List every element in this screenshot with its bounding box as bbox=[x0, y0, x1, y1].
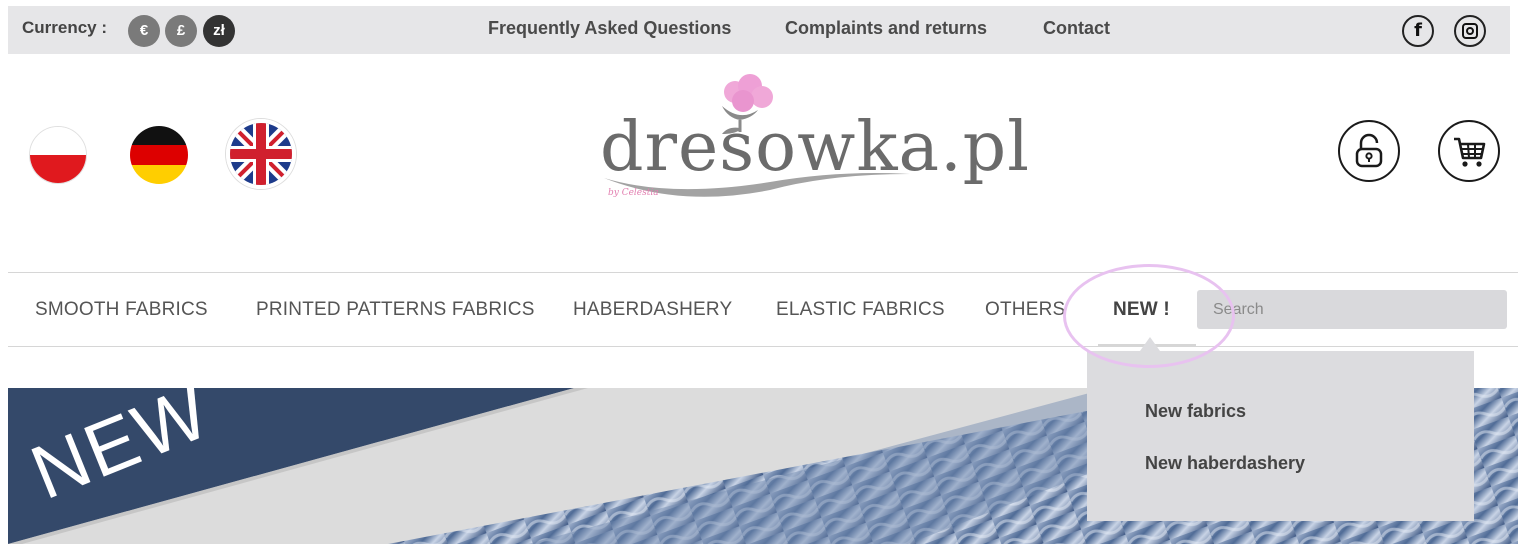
site-logo[interactable]: dresowka.pl by Celestia bbox=[590, 70, 1029, 210]
nav-top-divider bbox=[8, 272, 1518, 273]
uk-flag-icon[interactable] bbox=[226, 119, 296, 189]
currency-label: Currency : bbox=[22, 18, 108, 37]
contact-link[interactable]: Contact bbox=[1043, 18, 1110, 39]
search-input[interactable] bbox=[1197, 290, 1507, 329]
dropdown-item-new-haberdashery[interactable]: New haberdashery bbox=[1145, 453, 1305, 474]
logo-text: dresowka.pl bbox=[600, 108, 1030, 187]
logo-byline: by Celestia bbox=[608, 188, 659, 198]
nav-item-new[interactable]: NEW ! bbox=[1113, 299, 1170, 321]
currency-pound-button[interactable]: £ bbox=[165, 15, 197, 47]
cart-icon[interactable] bbox=[1438, 120, 1500, 182]
dropdown-item-new-fabrics[interactable]: New fabrics bbox=[1145, 401, 1246, 422]
instagram-icon[interactable] bbox=[1454, 15, 1486, 47]
nav-item-haberdashery[interactable]: HABERDASHERY bbox=[573, 299, 732, 321]
nav-item-printed-patterns-fabrics[interactable]: PRINTED PATTERNS FABRICS bbox=[256, 299, 535, 321]
facebook-icon[interactable]: f bbox=[1402, 15, 1434, 47]
top-bar: Currency : € £ zł Frequently Asked Quest… bbox=[8, 6, 1510, 54]
german-flag-icon[interactable] bbox=[130, 126, 188, 184]
nav-item-elastic-fabrics[interactable]: ELASTIC FABRICS bbox=[776, 299, 945, 321]
nav-item-smooth-fabrics[interactable]: SMOOTH FABRICS bbox=[35, 299, 208, 321]
polish-flag-icon[interactable] bbox=[29, 126, 87, 184]
new-dropdown-menu: New fabrics New haberdashery bbox=[1087, 351, 1474, 521]
nav-item-others[interactable]: OTHERS bbox=[985, 299, 1065, 321]
dropdown-arrow bbox=[1140, 337, 1160, 351]
nav-bottom-divider bbox=[8, 346, 1518, 347]
currency-euro-button[interactable]: € bbox=[128, 15, 160, 47]
currency-zloty-button[interactable]: zł bbox=[203, 15, 235, 47]
complaints-returns-link[interactable]: Complaints and returns bbox=[785, 18, 987, 39]
faq-link[interactable]: Frequently Asked Questions bbox=[488, 18, 731, 39]
lock-icon[interactable] bbox=[1338, 120, 1400, 182]
